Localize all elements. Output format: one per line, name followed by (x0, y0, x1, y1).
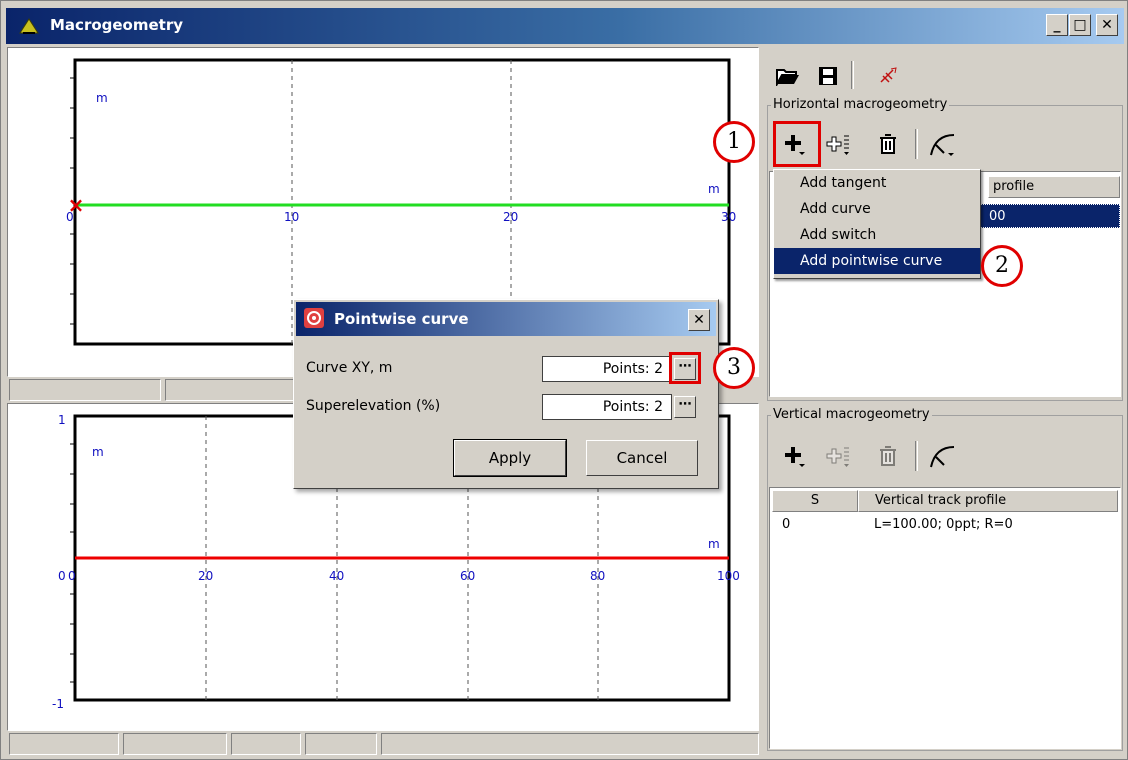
y-tick-label: -1 (52, 697, 64, 711)
maximize-button[interactable]: □ (1069, 14, 1091, 36)
callout-1: 1 (713, 121, 755, 163)
menu-item-add-tangent[interactable]: Add tangent (774, 170, 980, 196)
x-tick-label: 30 (721, 210, 736, 224)
x-tick-label: 0 (68, 569, 76, 583)
minimize-button[interactable]: _ (1046, 14, 1068, 36)
save-button[interactable] (811, 59, 845, 93)
add-dropdown-menu: Add tangent Add curve Add switch Add poi… (773, 169, 981, 279)
superelevation-field[interactable]: Points: 2 (542, 394, 672, 420)
x-tick-label: 100 (717, 569, 740, 583)
superelevation-edit-button[interactable]: ⋯ (674, 396, 696, 418)
delete-button[interactable] (871, 127, 905, 161)
vertical-add-button[interactable] (777, 439, 811, 473)
cell-profile: L=100.00; 0ppt; R=0 (874, 517, 1013, 532)
callout-2: 2 (981, 245, 1023, 287)
trash-icon (880, 134, 896, 154)
window-title: Macrogeometry (50, 16, 184, 34)
vertical-group-label: Vertical macrogeometry (771, 407, 932, 422)
insert-plus-icon (826, 447, 849, 467)
cancel-button[interactable]: Cancel (586, 440, 698, 476)
toolbar-separator (851, 61, 854, 89)
vertical-table[interactable]: S Vertical track profile 0 L=100.00; 0pp… (769, 487, 1121, 749)
curve-xy-field[interactable]: Points: 2 (542, 356, 672, 382)
column-header-s[interactable]: S (772, 490, 858, 512)
curve-xy-label: Curve XY, m (306, 360, 393, 376)
macrogeometry-window: Macrogeometry _ □ ✕ × m m 0 10 20 30 m m… (0, 0, 1128, 760)
status-cell (9, 379, 161, 401)
x-tick-label: 40 (329, 569, 344, 583)
menu-item-add-switch[interactable]: Add switch (774, 222, 980, 248)
menu-item-add-curve[interactable]: Add curve (774, 196, 980, 222)
x-tick-label: 80 (590, 569, 605, 583)
x-tick-label: 60 (460, 569, 475, 583)
geometry-tool-button[interactable] (925, 127, 959, 161)
table-row-selected[interactable]: 00 (970, 204, 1120, 228)
folder-open-icon (776, 69, 799, 86)
callout-3: 3 (713, 347, 755, 389)
table-header-profile[interactable]: profile (988, 176, 1120, 198)
save-icon (819, 67, 837, 85)
column-header-profile[interactable]: Vertical track profile (858, 490, 1118, 512)
insert-plus-icon (826, 135, 849, 155)
highlight-curve-xy-button (669, 352, 701, 384)
track-export-icon (880, 67, 897, 83)
y-tick-label: 1 (58, 413, 66, 427)
open-button[interactable] (771, 59, 805, 93)
y-tick-label: 0 (58, 569, 66, 583)
vertical-geometry-tool-button[interactable] (925, 439, 959, 473)
horizontal-group-label: Horizontal macrogeometry (771, 97, 950, 112)
status-cell (165, 379, 297, 401)
apply-button[interactable]: Apply (453, 439, 567, 477)
dialog-title: Pointwise curve (334, 310, 469, 328)
toolbar-separator (915, 441, 918, 471)
insert-element-button[interactable] (821, 127, 855, 161)
curve-tool-icon (930, 134, 955, 156)
title-bar[interactable]: Macrogeometry _ □ ✕ (6, 8, 1124, 44)
status-cell (305, 733, 377, 755)
x-tick-label: 20 (503, 210, 518, 224)
y-unit-label: m (92, 445, 104, 459)
vertical-delete-button[interactable] (871, 439, 905, 473)
x-tick-label: 0 (66, 210, 74, 224)
status-cell (123, 733, 227, 755)
x-unit-label: m (708, 182, 720, 196)
curve-tool-icon (930, 446, 955, 468)
x-unit-label: m (708, 537, 720, 551)
status-cell (231, 733, 301, 755)
x-tick-label: 10 (284, 210, 299, 224)
pointwise-curve-dialog: Pointwise curve ✕ Curve XY, m Points: 2 … (293, 299, 719, 489)
vertical-insert-button[interactable] (821, 439, 855, 473)
table-row[interactable]: 0 L=100.00; 0ppt; R=0 (772, 514, 1118, 536)
trash-icon (880, 446, 896, 466)
y-unit-label: m (96, 91, 108, 105)
highlight-add-button (773, 121, 821, 167)
status-cell (9, 733, 119, 755)
dialog-app-icon (304, 308, 324, 328)
dialog-title-bar[interactable]: Pointwise curve ✕ (296, 302, 716, 336)
superelevation-label: Superelevation (%) (306, 398, 441, 414)
cell-s: 0 (782, 517, 791, 532)
plus-dropdown-icon (785, 447, 805, 467)
x-tick-label: 20 (198, 569, 213, 583)
app-icon (19, 18, 39, 34)
status-cell (381, 733, 759, 755)
toolbar-separator (915, 129, 918, 159)
dialog-close-button[interactable]: ✕ (688, 309, 710, 331)
close-button[interactable]: ✕ (1096, 14, 1118, 36)
export-button[interactable] (871, 59, 905, 93)
menu-item-add-pointwise-curve[interactable]: Add pointwise curve (774, 248, 980, 274)
